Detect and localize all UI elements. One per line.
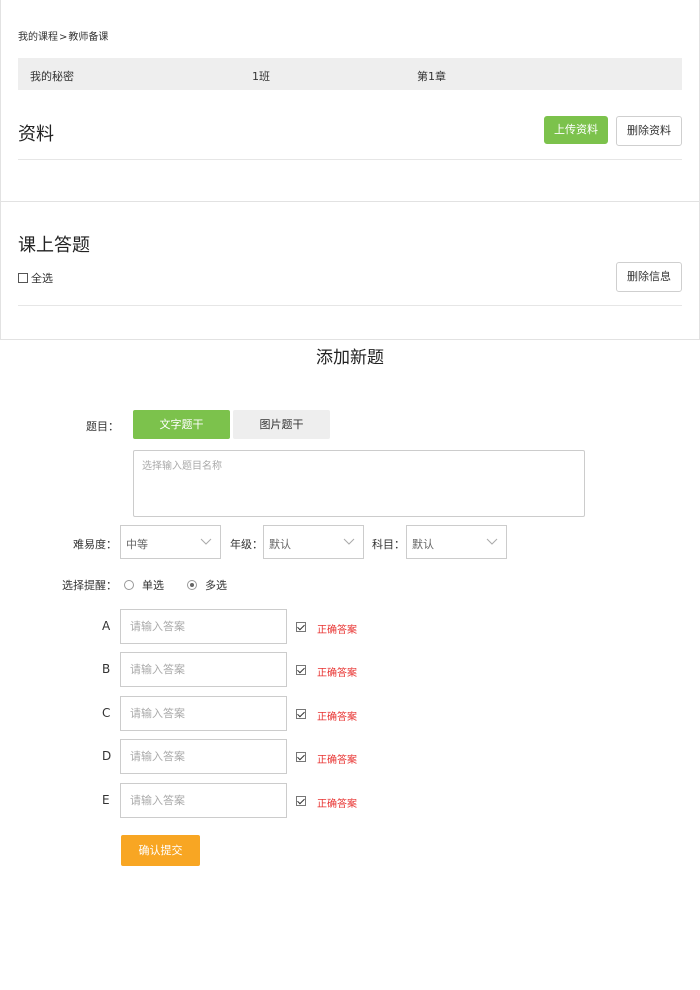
breadcrumb-separator: >	[59, 32, 68, 43]
multi-choice-label: 多选	[205, 579, 227, 592]
correct-answer-checkbox-a[interactable]	[296, 622, 306, 632]
breadcrumb-my-courses[interactable]: 我的课程	[18, 32, 58, 43]
choice-type-label: 选择提醒：	[62, 579, 117, 592]
correct-answer-label-e: 正确答案	[317, 799, 357, 810]
answer-input-d[interactable]	[120, 739, 287, 774]
correct-answer-label-c: 正确答案	[317, 712, 357, 723]
delete-materials-button[interactable]: 删除资料	[616, 116, 682, 146]
answer-input-a[interactable]	[120, 609, 287, 644]
correct-answer-label-a: 正确答案	[317, 625, 357, 636]
course-name: 我的秘密	[30, 70, 74, 83]
answer-input-e[interactable]	[120, 783, 287, 818]
answer-input-c[interactable]	[120, 696, 287, 731]
answer-letter-d: D	[102, 749, 112, 763]
answers-divider	[18, 305, 682, 306]
course-panel	[0, 0, 700, 340]
correct-answer-checkbox-c[interactable]	[296, 709, 306, 719]
difficulty-value: 中等	[126, 538, 148, 551]
course-class: 1班	[252, 70, 270, 83]
select-all-checkbox[interactable]: 全选	[18, 270, 53, 286]
materials-title: 资料	[18, 124, 54, 145]
correct-answer-label-d: 正确答案	[317, 755, 357, 766]
correct-answer-checkbox-e[interactable]	[296, 796, 306, 806]
tab-image-stem[interactable]: 图片题干	[233, 410, 330, 439]
answer-input-b[interactable]	[120, 652, 287, 687]
upload-materials-button[interactable]: 上传资料	[544, 116, 608, 144]
checkbox-icon[interactable]	[18, 273, 28, 283]
single-choice-label: 单选	[142, 579, 164, 592]
chevron-down-icon	[200, 538, 212, 545]
question-name-input[interactable]	[133, 450, 585, 517]
radio-icon[interactable]	[124, 580, 134, 590]
answer-letter-b: B	[102, 662, 111, 676]
subject-label: 科目：	[372, 538, 405, 551]
subject-select[interactable]: 默认	[406, 525, 507, 559]
answer-letter-e: E	[102, 793, 110, 807]
select-all-label: 全选	[31, 272, 53, 285]
grade-label: 年级：	[230, 538, 263, 551]
submit-button[interactable]: 确认提交	[121, 835, 200, 866]
single-choice-radio[interactable]: 单选	[124, 577, 164, 593]
breadcrumb-teacher-prep[interactable]: 教师备课	[68, 32, 108, 43]
grade-value: 默认	[269, 538, 291, 551]
course-info-bar: 我的秘密 1班 第1章	[18, 58, 682, 90]
difficulty-select[interactable]: 中等	[120, 525, 221, 559]
subject-value: 默认	[412, 538, 434, 551]
tab-text-stem[interactable]: 文字题干	[133, 410, 230, 439]
answer-letter-a: A	[102, 619, 111, 633]
correct-answer-checkbox-d[interactable]	[296, 752, 306, 762]
question-label: 题目：	[86, 420, 119, 433]
answer-letter-c: C	[102, 706, 111, 720]
section-divider	[0, 201, 700, 202]
delete-info-button[interactable]: 删除信息	[616, 262, 682, 292]
multi-choice-radio[interactable]: 多选	[187, 577, 227, 593]
correct-answer-checkbox-b[interactable]	[296, 665, 306, 675]
new-question-title: 添加新题	[316, 348, 384, 368]
course-chapter: 第1章	[417, 70, 446, 83]
materials-divider	[18, 159, 682, 160]
grade-select[interactable]: 默认	[263, 525, 364, 559]
correct-answer-label-b: 正确答案	[317, 668, 357, 679]
class-answers-title: 课上答题	[18, 235, 90, 256]
breadcrumb: 我的课程>教师备课	[18, 28, 108, 43]
chevron-down-icon	[343, 538, 355, 545]
chevron-down-icon	[486, 538, 498, 545]
difficulty-label: 难易度：	[73, 538, 117, 551]
radio-checked-icon[interactable]	[187, 580, 197, 590]
